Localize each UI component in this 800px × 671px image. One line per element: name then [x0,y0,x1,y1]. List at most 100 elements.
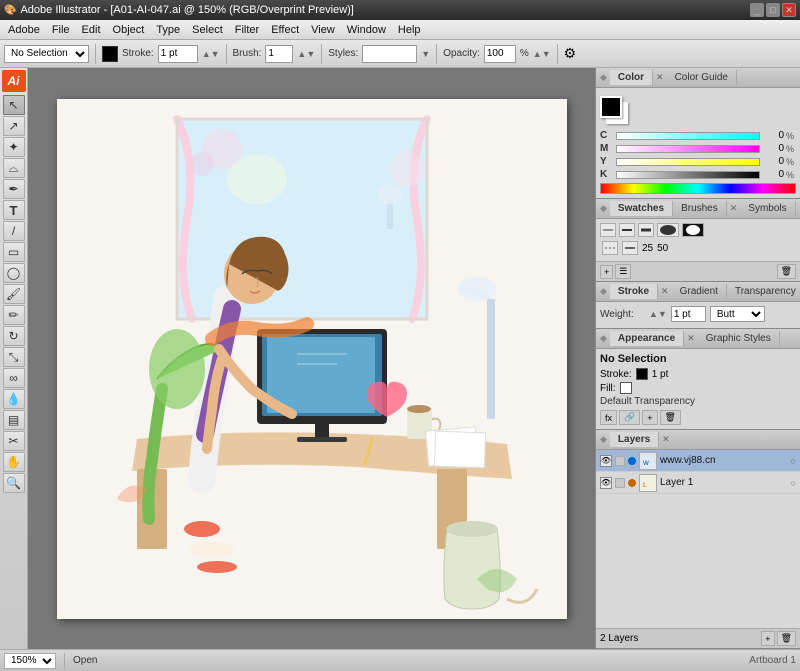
stroke-weight-spinners[interactable]: ▲▼ [649,309,667,319]
appearance-fx-button[interactable]: fx [600,410,617,425]
layer-1-lock[interactable] [615,478,625,488]
title-bar-controls[interactable]: _ □ ✕ [750,3,796,17]
brush-row-1 [600,223,796,237]
channel-k-slider[interactable] [616,171,760,179]
tab-symbols[interactable]: Symbols [740,201,795,216]
styles-dropdown-btn[interactable]: ▼ [421,49,430,59]
stroke-arrows[interactable]: ▲▼ [202,49,220,59]
layer-1-visibility[interactable]: 👁 [600,477,612,489]
menu-help[interactable]: Help [392,22,427,38]
minimize-button[interactable]: _ [750,3,764,17]
toolbar-extra-icon[interactable]: ⚙ [564,45,577,62]
menu-file[interactable]: File [46,22,76,38]
menu-window[interactable]: Window [341,22,392,38]
stroke-value[interactable] [158,45,198,63]
tool-line[interactable]: / [3,221,25,241]
appearance-new-button[interactable]: + [642,410,657,425]
tool-zoom[interactable]: 🔍 [3,473,25,493]
swatches-new[interactable]: + [600,265,613,279]
swatches-menu[interactable]: ☰ [615,264,631,279]
tool-pen[interactable]: ✒ [3,179,25,199]
brush-size-medium[interactable] [622,241,638,255]
opacity-value[interactable] [484,45,516,63]
tool-direct-select[interactable]: ↗ [3,116,25,136]
tab-swatches[interactable]: Swatches [610,201,673,216]
foreground-swatch[interactable] [600,96,622,118]
tool-text[interactable]: T [3,200,25,220]
menu-effect[interactable]: Effect [265,22,305,38]
tool-eyedropper[interactable]: 💧 [3,389,25,409]
brush-arrows[interactable]: ▲▼ [297,49,315,59]
menu-view[interactable]: View [305,22,341,38]
stroke-weight-value[interactable] [671,306,706,322]
channel-y-slider[interactable] [616,158,760,166]
styles-value[interactable] [362,45,417,63]
selection-dropdown[interactable]: No Selection [4,45,89,63]
close-button[interactable]: ✕ [782,3,796,17]
brush-size-thin[interactable] [602,241,618,255]
layers-delete[interactable]: 🗑 [777,631,796,646]
tool-ellipse[interactable]: ◯ [3,263,25,283]
tool-pencil[interactable]: ✏ [3,305,25,325]
layers-add[interactable]: + [761,631,774,646]
tool-rotate[interactable]: ↻ [3,326,25,346]
tab-appearance[interactable]: Appearance [610,331,684,346]
appearance-tab-close[interactable]: ✕ [684,333,698,344]
tool-gradient[interactable]: ▤ [3,410,25,430]
appearance-delete-button[interactable]: 🗑 [660,410,681,425]
tool-brush[interactable]: 🖌 [3,284,25,304]
brush-swatch-2[interactable] [619,223,635,237]
brush-swatch-4[interactable] [657,223,679,237]
spectrum-bar[interactable] [600,183,796,194]
channel-c-slider[interactable] [616,132,760,140]
canvas-area[interactable]: ♡ ♡ ✿ [28,68,595,649]
zoom-select[interactable]: 150% 100% 200% [4,653,56,669]
layer-0-lock[interactable] [615,456,625,466]
tool-rect[interactable]: ▭ [3,242,25,262]
swatches-delete[interactable]: 🗑 [777,264,796,279]
opacity-arrows[interactable]: ▲▼ [533,49,551,59]
tool-scale[interactable]: ⤡ [3,347,25,367]
tool-magic-wand[interactable]: ✦ [3,137,25,157]
tool-lasso[interactable]: ⌓ [3,158,25,178]
stroke-cap-select[interactable]: Butt [710,306,765,322]
appearance-fill-swatch[interactable] [620,382,632,394]
tool-scissors[interactable]: ✂ [3,431,25,451]
tab-color-guide[interactable]: Color Guide [667,70,737,85]
swatches-panel: ◆ Swatches Brushes ✕ Symbols [596,199,800,282]
channel-m-slider[interactable] [616,145,760,153]
layer-row-0[interactable]: 👁 w www.vj88.cn ○ [596,450,800,472]
brush-swatch-5[interactable] [682,223,704,237]
maximize-button[interactable]: □ [766,3,780,17]
layer-row-1[interactable]: 👁 L Layer 1 ○ [596,472,800,494]
color-tab-close[interactable]: ✕ [653,72,667,83]
tab-stroke[interactable]: Stroke [610,284,658,299]
tool-selection[interactable]: ↖ [3,95,25,115]
menu-object[interactable]: Object [107,22,151,38]
menu-edit[interactable]: Edit [76,22,107,38]
tool-hand[interactable]: ✋ [3,452,25,472]
appearance-link-button[interactable]: 🔗 [619,410,640,425]
canvas[interactable]: ♡ ♡ ✿ [57,99,567,619]
brushes-tab-close[interactable]: ✕ [727,203,741,214]
menu-filter[interactable]: Filter [229,22,265,38]
tab-color[interactable]: Color [610,70,653,85]
menu-select[interactable]: Select [186,22,229,38]
appearance-stroke-swatch[interactable] [636,368,648,380]
brush-swatch-1[interactable] [600,223,616,237]
tab-gradient[interactable]: Gradient [672,284,727,299]
tab-transparency[interactable]: Transparency [727,284,800,299]
stroke-tab-close[interactable]: ✕ [658,286,672,297]
tab-graphic-styles[interactable]: Graphic Styles [698,331,780,346]
layers-tab-close[interactable]: ✕ [659,434,673,445]
tab-brushes[interactable]: Brushes [673,201,727,216]
brush-swatch-3[interactable] [638,223,654,237]
menu-type[interactable]: Type [150,22,186,38]
menu-adobe[interactable]: Adobe [2,22,46,38]
brush-value[interactable] [265,45,293,63]
tool-blend[interactable]: ∞ [3,368,25,388]
stroke-color-swatch[interactable] [102,46,118,62]
svg-text:w: w [642,458,649,467]
layer-0-visibility[interactable]: 👁 [600,455,612,467]
tab-layers[interactable]: Layers [610,432,659,447]
